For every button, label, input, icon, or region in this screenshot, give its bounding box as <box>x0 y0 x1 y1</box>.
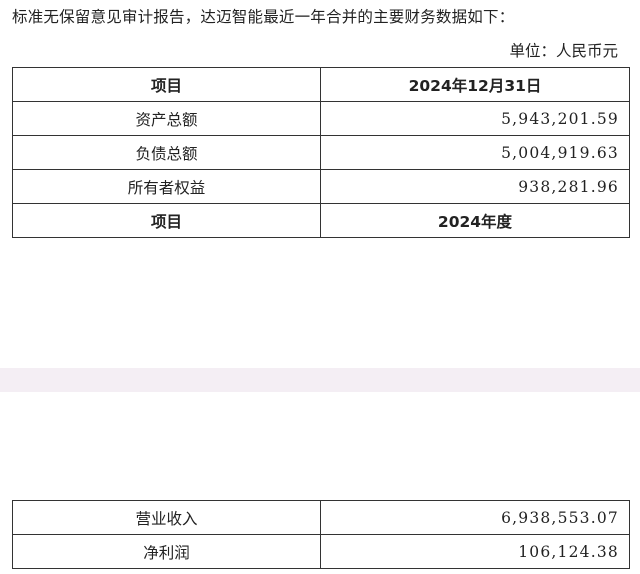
header-period-cell: 2024年12月31日 <box>320 67 630 102</box>
row-value-revenue: 6,938,553.07 <box>320 500 630 535</box>
table-row: 营业收入 6,938,553.07 <box>12 500 630 535</box>
row-label-revenue: 营业收入 <box>12 500 321 535</box>
table-row: 资产总额 5,943,201.59 <box>12 101 630 136</box>
row-value-net-profit: 106,124.38 <box>320 534 630 569</box>
page-separator-band <box>0 368 640 392</box>
balance-sheet-table: 项目 2024年12月31日 资产总额 5,943,201.59 负债总额 5,… <box>12 67 630 238</box>
table-row: 负债总额 5,004,919.63 <box>12 135 630 170</box>
row-value-owners-equity: 938,281.96 <box>320 169 630 204</box>
row-label-owners-equity: 所有者权益 <box>12 169 321 204</box>
table-header-row: 项目 2024年度 <box>12 203 630 238</box>
unit-label: 单位：人民币元 <box>509 42 618 60</box>
table-row: 所有者权益 938,281.96 <box>12 169 630 204</box>
income-table: 营业收入 6,938,553.07 净利润 106,124.38 <box>12 500 630 569</box>
header-item-cell: 项目 <box>12 67 321 102</box>
row-value-total-assets: 5,943,201.59 <box>320 101 630 136</box>
row-label-net-profit: 净利润 <box>12 534 321 569</box>
row-label-total-assets: 资产总额 <box>12 101 321 136</box>
second-header-period-cell: 2024年度 <box>320 203 630 238</box>
table-header-row: 项目 2024年12月31日 <box>12 67 630 102</box>
intro-text: 标准无保留意见审计报告，达迈智能最近一年合并的主要财务数据如下： <box>12 8 515 26</box>
row-value-total-liabilities: 5,004,919.63 <box>320 135 630 170</box>
second-header-item-cell: 项目 <box>12 203 321 238</box>
table-row: 净利润 106,124.38 <box>12 534 630 569</box>
row-label-total-liabilities: 负债总额 <box>12 135 321 170</box>
